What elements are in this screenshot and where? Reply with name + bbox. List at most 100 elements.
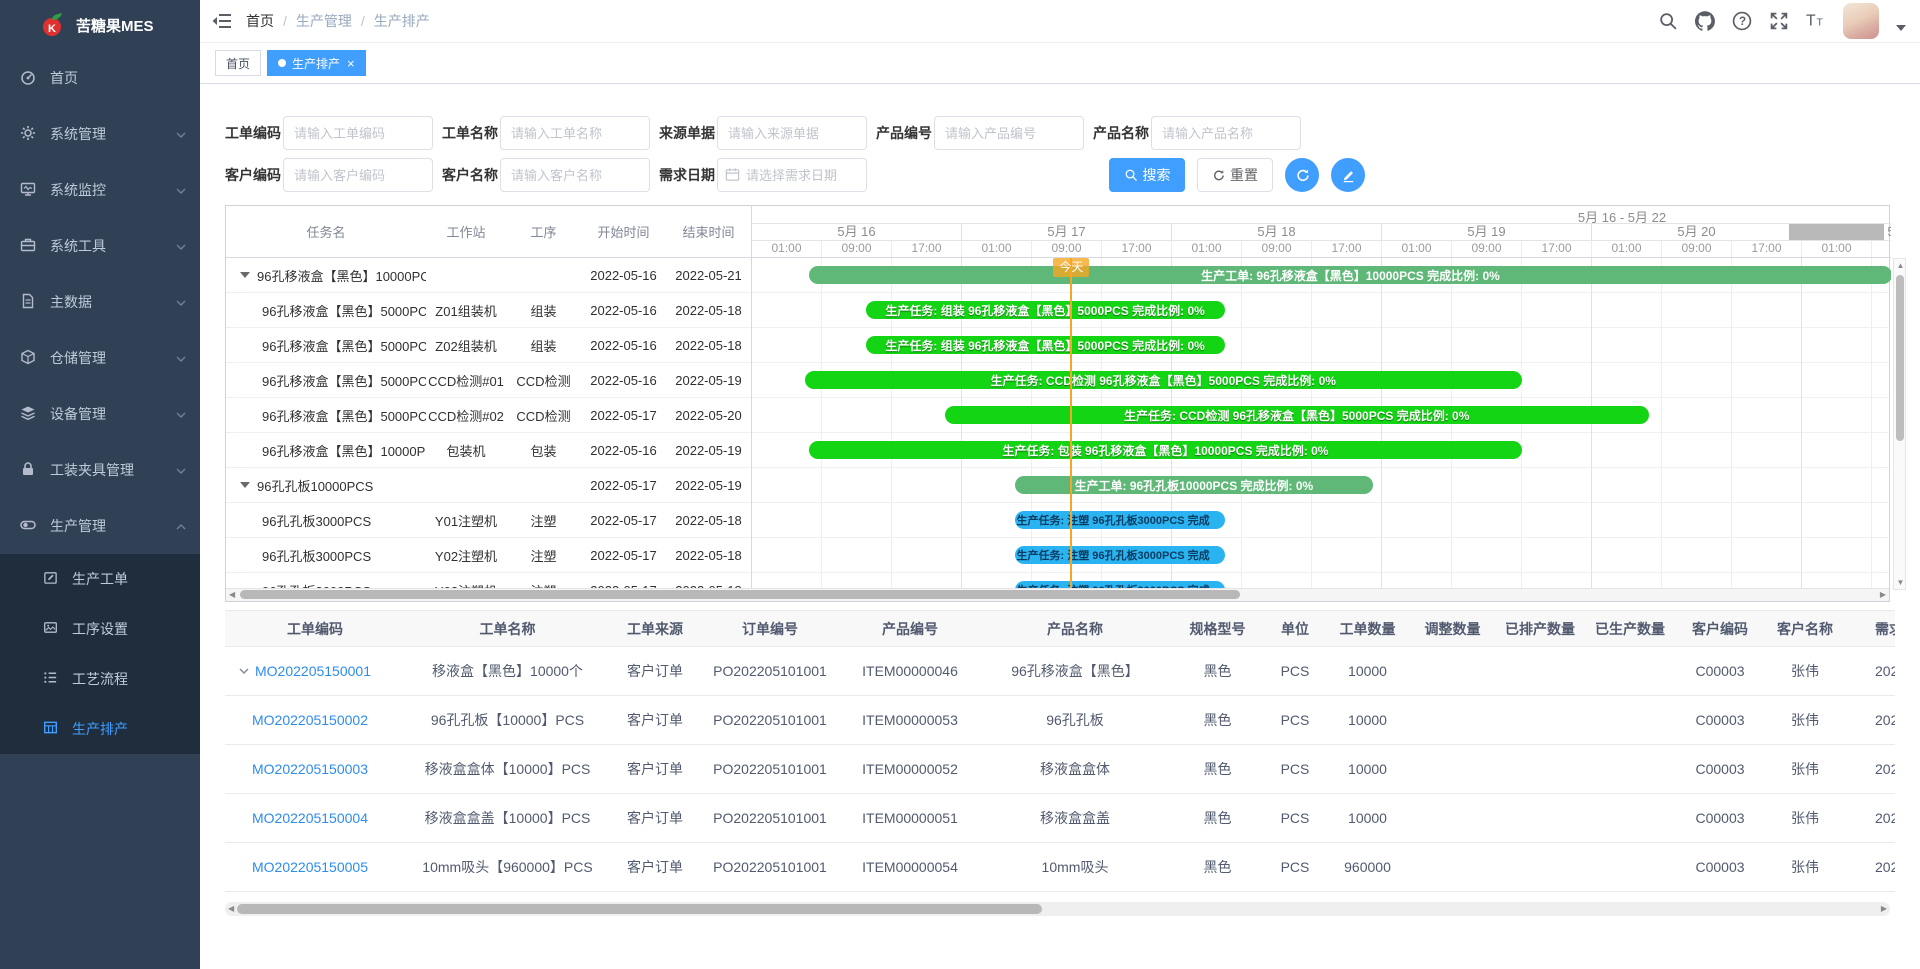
app-logo[interactable]: K 苦糖果MES	[0, 0, 200, 50]
fullscreen-icon[interactable]	[1769, 11, 1789, 31]
filter-label: 产品名称	[1093, 123, 1151, 143]
table-col-header: 工单来源	[610, 619, 700, 639]
sidebar-subitem-label: 工艺流程	[72, 669, 128, 689]
font-size-icon[interactable]: TT	[1806, 11, 1826, 31]
github-icon[interactable]	[1695, 11, 1715, 31]
gantt-task-row[interactable]: 96孔移液盒【黑色】5000PCSCCD检测#02CCD检测2022-05-17…	[226, 398, 751, 433]
filter-input-2-2[interactable]	[500, 158, 650, 192]
caret-down-icon[interactable]	[1896, 25, 1906, 31]
gantt-task-row[interactable]: 96孔孔板3000PCSY01注塑机注塑2022-05-172022-05-18	[226, 503, 751, 538]
sidebar-item-6[interactable]: 仓储管理	[0, 330, 200, 386]
sidebar-subitem-4[interactable]: 生产排产	[0, 704, 200, 754]
sidebar-item-8[interactable]: 工装夹具管理	[0, 442, 200, 498]
search-icon[interactable]	[1658, 11, 1678, 31]
scroll-right-icon[interactable]: ▶	[1880, 589, 1886, 601]
work-order-code-cell: MO202205150003	[225, 761, 405, 777]
gantt-task-row[interactable]: 96孔移液盒【黑色】5000PCSCCD检测#01CCD检测2022-05-16…	[226, 363, 751, 398]
table-hscroll-thumb[interactable]	[237, 904, 1042, 914]
filter-input-1-5[interactable]	[1151, 116, 1301, 150]
row-expand-chevron-icon[interactable]	[239, 667, 249, 675]
gantt-task-row[interactable]: 96孔移液盒【黑色】10000PCS2022-05-162022-05-21	[226, 258, 751, 293]
filter-input-1-4[interactable]	[934, 116, 1084, 150]
reset-button-label: 重置	[1230, 165, 1258, 185]
gantt-bar[interactable]: 生产任务: 注塑 96孔孔板3000PCS 完成	[1015, 511, 1225, 529]
task-process-cell: CCD检测	[506, 371, 581, 390]
expand-triangle-icon[interactable]	[240, 272, 250, 278]
table-row[interactable]: MO202205150004移液盒盒盖【10000】PCS客户订单PO20220…	[225, 794, 1895, 843]
table-cell: ITEM00000046	[840, 663, 980, 679]
task-end-cell: 2022-05-19	[666, 478, 751, 493]
timeline-hour-label: 09:00	[822, 241, 892, 257]
gantt-bar[interactable]: 生产任务: CCD检测 96孔移液盒【黑色】5000PCS 完成比例: 0%	[945, 406, 1649, 424]
table-row[interactable]: MO202205150001移液盒【黑色】10000个客户订单PO2022051…	[225, 647, 1895, 696]
gantt-bar[interactable]: 生产任务: 组装 96孔移液盒【黑色】5000PCS 完成比例: 0%	[866, 301, 1225, 319]
sidebar-subitem-3[interactable]: 工艺流程	[0, 654, 200, 704]
gantt-vscroll-thumb[interactable]	[1896, 275, 1904, 441]
task-name-text: 96孔移液盒【黑色】10000PCS	[257, 266, 426, 285]
gantt-task-row[interactable]: 96孔孔板10000PCS2022-05-172022-05-19	[226, 468, 751, 503]
filter-input-2-1[interactable]	[283, 158, 433, 192]
table-row[interactable]: MO20220515000510mm吸头【960000】PCS客户订单PO202…	[225, 843, 1895, 892]
work-order-link[interactable]: MO202205150002	[252, 712, 368, 728]
timeline-hour-label: 01:00	[1802, 241, 1872, 257]
table-row[interactable]: MO202205150003移液盒盒体【10000】PCS客户订单PO20220…	[225, 745, 1895, 794]
table-cell: 移液盒盒盖	[980, 808, 1170, 828]
work-order-link[interactable]: MO202205150003	[252, 761, 368, 777]
work-order-link[interactable]: MO202205150004	[252, 810, 368, 826]
layers-icon	[20, 405, 36, 424]
logo-icon: K	[40, 12, 66, 38]
close-icon[interactable]: ×	[347, 57, 355, 70]
sidebar-item-5[interactable]: 主数据	[0, 274, 200, 330]
breadcrumb-item-1[interactable]: 首页	[246, 11, 274, 31]
gantt-bar[interactable]: 生产工单: 96孔移液盒【黑色】10000PCS 完成比例: 0%	[809, 266, 1891, 284]
hamburger-icon[interactable]	[200, 12, 246, 30]
gantt-col-header: 工作站	[426, 222, 506, 241]
table-col-header: 客户名称	[1765, 619, 1845, 639]
sidebar: K 苦糖果MES 首页系统管理系统监控系统工具主数据仓储管理设备管理工装夹具管理…	[0, 0, 200, 969]
gantt-task-row[interactable]: 96孔孔板3000PCSY02注塑机注塑2022-05-172022-05-18	[226, 538, 751, 573]
work-order-link[interactable]: MO202205150005	[252, 859, 368, 875]
gantt-task-row[interactable]: 96孔移液盒【黑色】10000PCS包装机包装2022-05-162022-05…	[226, 433, 751, 468]
sidebar-item-7[interactable]: 设备管理	[0, 386, 200, 442]
sidebar-item-9[interactable]: 生产管理	[0, 498, 200, 554]
reset-button[interactable]: 重置	[1197, 158, 1273, 192]
sidebar-item-4[interactable]: 系统工具	[0, 218, 200, 274]
sidebar-subitem-1[interactable]: 生产工单	[0, 554, 200, 604]
avatar[interactable]	[1843, 3, 1879, 39]
search-button[interactable]: 搜索	[1109, 158, 1185, 192]
task-start-cell: 2022-05-17	[581, 548, 666, 563]
edit-circle-button[interactable]	[1331, 158, 1365, 192]
filter-group-1-1: 工单编码	[225, 116, 441, 150]
gantt-bar-label: 生产任务: 组装 96孔移液盒【黑色】5000PCS 完成比例: 0%	[885, 302, 1204, 319]
table-cell: 96孔移液盒【黑色】	[980, 661, 1170, 681]
gantt-col-header: 结束时间	[666, 222, 751, 241]
tab-1[interactable]: 首页	[215, 50, 261, 76]
refresh-circle-button[interactable]	[1285, 158, 1319, 192]
filter-input-1-1[interactable]	[283, 116, 433, 150]
gantt-hscroll-thumb[interactable]	[240, 590, 1240, 599]
help-icon[interactable]: ?	[1732, 11, 1752, 31]
sidebar-item-3[interactable]: 系统监控	[0, 162, 200, 218]
filter-input-1-3[interactable]	[717, 116, 867, 150]
gantt-bar[interactable]: 生产任务: 注塑 96孔孔板3000PCS 完成	[1015, 546, 1225, 564]
expand-triangle-icon[interactable]	[240, 482, 250, 488]
sidebar-item-1[interactable]: 首页	[0, 50, 200, 106]
filter-input-1-2[interactable]	[500, 116, 650, 150]
scroll-down-icon[interactable]: ▼	[1894, 578, 1907, 587]
tab-2[interactable]: 生产排产×	[267, 50, 366, 76]
gantt-task-row[interactable]: 96孔移液盒【黑色】5000PCSZ01组装机组装2022-05-162022-…	[226, 293, 751, 328]
gantt-bar[interactable]: 生产工单: 96孔孔板10000PCS 完成比例: 0%	[1015, 476, 1374, 494]
scroll-right-icon[interactable]: ▶	[1881, 903, 1887, 915]
sidebar-subitem-2[interactable]: 工序设置	[0, 604, 200, 654]
scroll-left-icon[interactable]: ◀	[229, 589, 235, 601]
table-row[interactable]: MO20220515000296孔孔板【10000】PCS客户订单PO20220…	[225, 696, 1895, 745]
scroll-left-icon[interactable]: ◀	[228, 903, 234, 915]
gantt-bar[interactable]: 生产任务: CCD检测 96孔移液盒【黑色】5000PCS 完成比例: 0%	[805, 371, 1523, 389]
gantt-task-row[interactable]: 96孔移液盒【黑色】5000PCSZ02组装机组装2022-05-162022-…	[226, 328, 751, 363]
gantt-bar[interactable]: 生产任务: 组装 96孔移液盒【黑色】5000PCS 完成比例: 0%	[866, 336, 1225, 354]
gantt-bar[interactable]: 生产任务: 包装 96孔移液盒【黑色】10000PCS 完成比例: 0%	[809, 441, 1522, 459]
work-order-link[interactable]: MO202205150001	[255, 663, 371, 679]
sidebar-item-2[interactable]: 系统管理	[0, 106, 200, 162]
breadcrumb-separator: /	[283, 13, 287, 29]
scroll-up-icon[interactable]: ▲	[1894, 261, 1907, 270]
